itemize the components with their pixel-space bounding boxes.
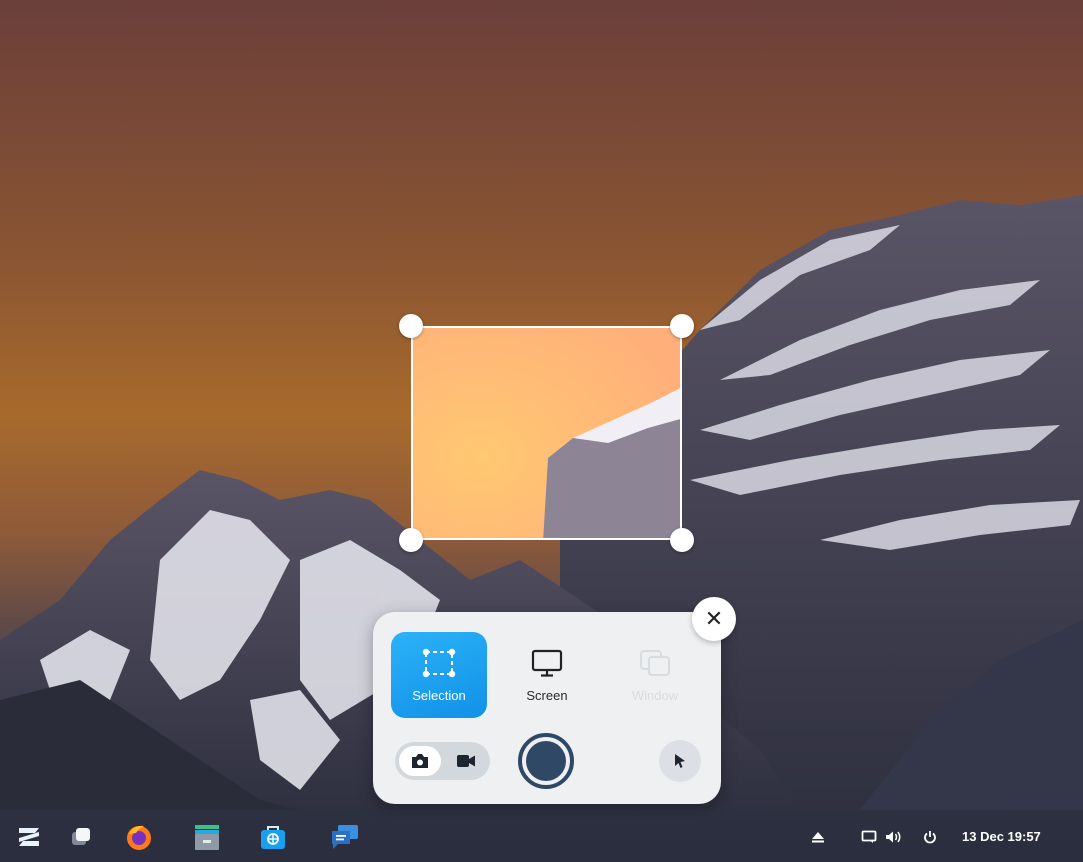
mode-window-button[interactable]: Window (607, 632, 703, 718)
selection-preview (413, 328, 680, 538)
camera-icon (412, 754, 428, 768)
resize-handle-bottom-right[interactable] (670, 528, 694, 552)
show-pointer-button[interactable] (659, 740, 701, 782)
screenshot-toggle-button[interactable] (399, 746, 441, 776)
firefox-icon (127, 825, 151, 850)
close-icon: ✕ (704, 606, 724, 631)
workspaces-icon (72, 828, 90, 845)
selection-icon (422, 648, 456, 677)
window-icon (640, 649, 670, 676)
clock[interactable]: 13 Dec 19:57 (962, 829, 1041, 844)
chat-icon (332, 825, 358, 849)
monitor-icon (531, 649, 563, 677)
volume-button[interactable] (879, 822, 909, 852)
mode-screen-button[interactable]: Screen (499, 632, 595, 718)
power-button[interactable] (915, 822, 945, 852)
resize-handle-bottom-left[interactable] (399, 528, 423, 552)
video-camera-icon (457, 755, 475, 767)
resize-handle-top-left[interactable] (399, 314, 423, 338)
close-button[interactable]: ✕ (692, 597, 736, 641)
files-icon (195, 825, 219, 850)
mode-window-label: Window (631, 687, 679, 703)
eject-button[interactable] (803, 822, 833, 852)
zorin-menu-icon (19, 828, 39, 846)
software-store-icon (261, 826, 285, 849)
capture-type-toggle (395, 742, 490, 780)
screenshot-panel: Selection Screen Window (373, 612, 721, 804)
chat-button[interactable] (330, 822, 360, 852)
desktop-wallpaper: Selection Screen Window ✕ 13 Dec 19:57 (0, 0, 1083, 862)
screencast-toggle-button[interactable] (445, 746, 487, 776)
mode-selection-button[interactable]: Selection (391, 632, 487, 718)
record-button (526, 741, 566, 781)
eject-icon (812, 832, 824, 843)
resize-handle-top-right[interactable] (670, 314, 694, 338)
capture-button[interactable] (518, 733, 574, 789)
workspaces-button[interactable] (66, 822, 96, 852)
firefox-button[interactable] (124, 822, 154, 852)
software-store-button[interactable] (258, 822, 288, 852)
volume-icon (886, 831, 901, 843)
files-button[interactable] (192, 822, 222, 852)
selection-region[interactable] (411, 326, 682, 540)
taskbar: 13 Dec 19:57 (0, 810, 1083, 862)
power-icon (924, 831, 936, 844)
mode-screen-label: Screen (526, 687, 568, 703)
display-icon (861, 830, 877, 843)
mode-selection-label: Selection (412, 687, 466, 703)
zorin-menu-button[interactable] (14, 822, 44, 852)
cursor-icon (675, 754, 685, 768)
